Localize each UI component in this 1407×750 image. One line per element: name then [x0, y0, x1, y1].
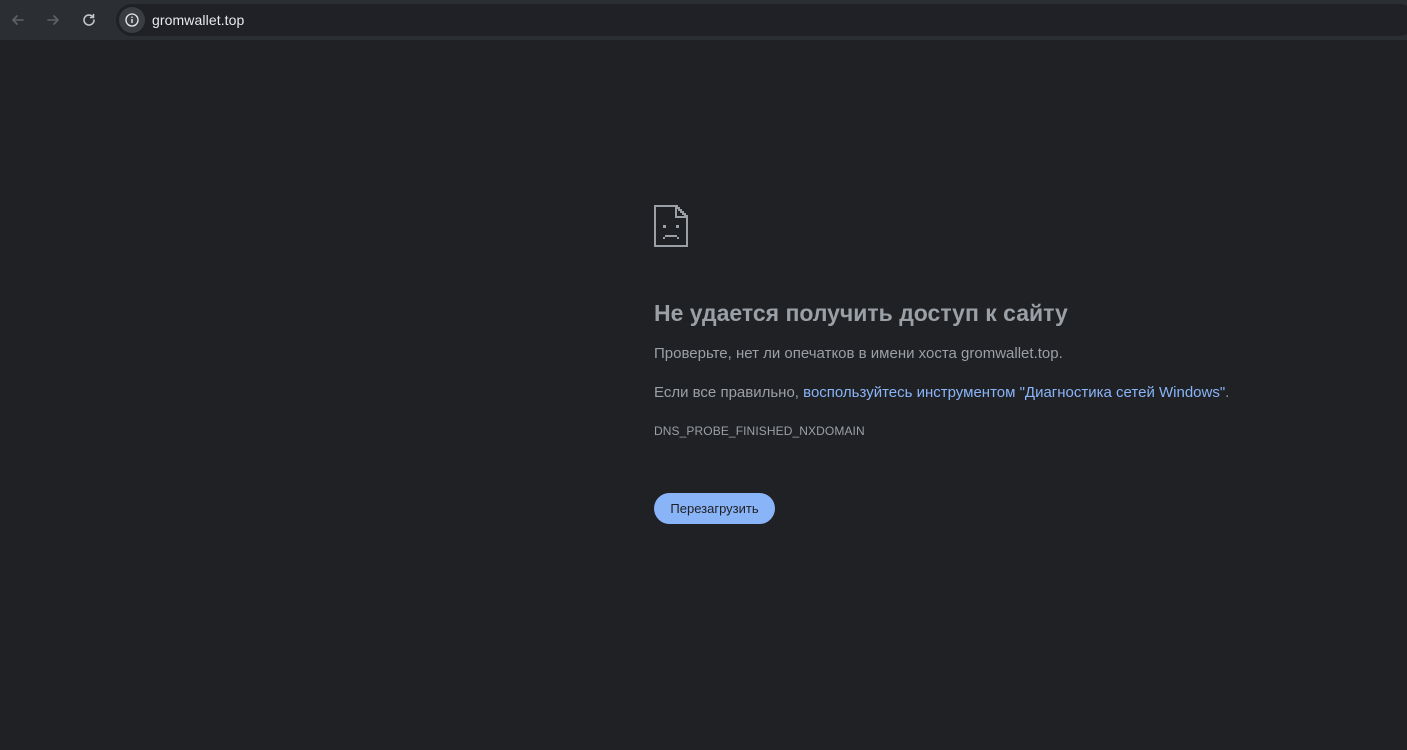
forward-button[interactable]: [38, 5, 68, 35]
browser-toolbar: gromwallet.top: [0, 0, 1407, 40]
reload-button[interactable]: [74, 5, 104, 35]
error-headline: Не удается получить доступ к сайту: [654, 300, 1068, 326]
suggestion-prefix: Если все правильно,: [654, 384, 804, 401]
error-code: DNS_PROBE_FINISHED_NXDOMAIN: [654, 424, 865, 438]
network-diagnostics-link[interactable]: воспользуйтесь инструментом "Диагностика…: [803, 384, 1225, 401]
reload-icon: [83, 13, 95, 26]
site-info-button[interactable]: [119, 7, 145, 33]
arrow-right-icon: [47, 15, 59, 25]
arrow-left-icon: [12, 15, 24, 25]
sad-document-icon: [654, 205, 688, 247]
reload-page-button[interactable]: Перезагрузить: [654, 493, 775, 524]
address-bar[interactable]: gromwallet.top: [116, 4, 1407, 36]
url-text[interactable]: gromwallet.top: [152, 12, 244, 28]
back-button[interactable]: [3, 5, 33, 35]
info-icon: [125, 13, 139, 27]
hostname-check-text: Проверьте, нет ли опечатков в имени хост…: [654, 345, 1063, 362]
diagnostics-suggestion: Если все правильно, воспользуйтесь инстр…: [654, 384, 1229, 401]
suggestion-suffix: .: [1225, 384, 1230, 401]
